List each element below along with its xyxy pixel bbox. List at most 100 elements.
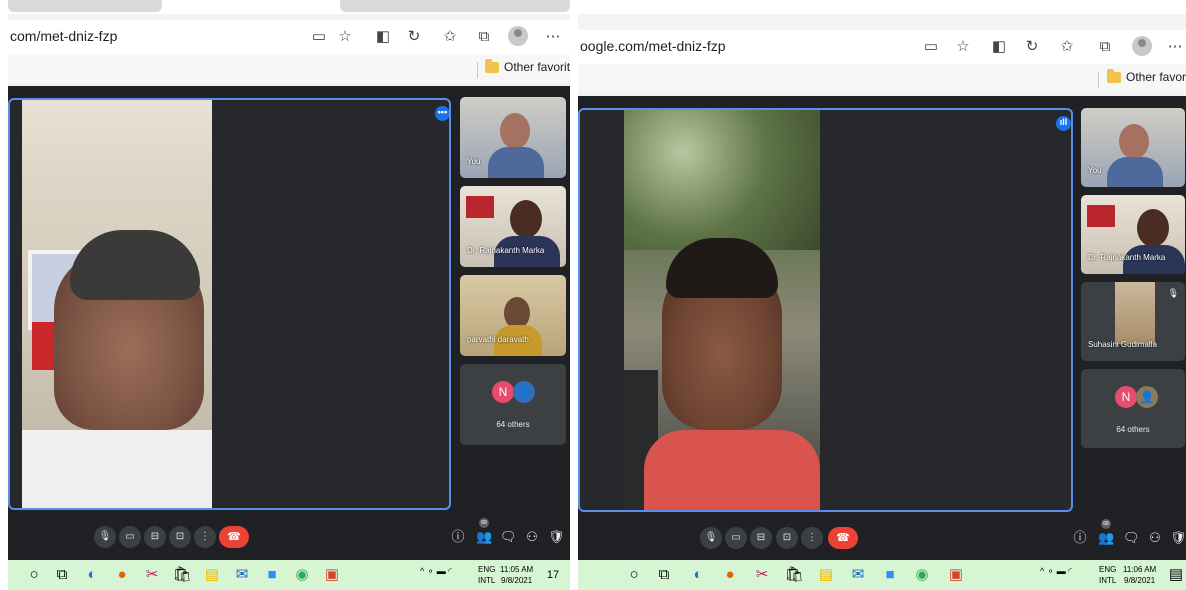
language-code: ENG <box>478 565 496 574</box>
zoom-app-icon[interactable]: ■ <box>880 565 900 585</box>
audio-activity-icon[interactable]: ıll <box>1056 116 1071 131</box>
more-options-icon[interactable]: ⋮ <box>194 526 216 548</box>
participant-tile-you[interactable]: You <box>1081 108 1185 187</box>
microphone-icon[interactable]: 🎙 <box>700 527 722 549</box>
main-video-frame[interactable]: ••• <box>8 98 451 510</box>
host-controls-icon[interactable]: 🛡 <box>548 528 565 546</box>
search-icon[interactable]: ○ <box>624 565 644 585</box>
more-menu-icon[interactable]: ⋯ <box>542 26 564 48</box>
others-count-label: 64 others <box>496 420 530 429</box>
participant-name: parvathi daravath <box>467 335 529 344</box>
meet-stage: ıll You Dr. Rajnakanth Marka 🎙 Suhasini … <box>578 96 1186 560</box>
right-browser-window: oogle.com/met-dniz-fzp ▭ ☆ ◧ ↻ ✩ ⧉ ⋯ Oth… <box>578 0 1186 590</box>
collections-icon[interactable]: ⧉ <box>473 26 495 48</box>
more-options-icon[interactable]: ⋮ <box>801 527 823 549</box>
participant-face <box>1119 124 1149 159</box>
meeting-info-icon[interactable]: ⓘ <box>1072 529 1088 547</box>
collections-icon[interactable]: ⧉ <box>1094 36 1116 58</box>
main-video-frame[interactable]: ıll <box>578 108 1073 512</box>
leave-call-button[interactable]: ☎ <box>219 526 249 548</box>
language-indicator[interactable]: ENG INTL <box>1099 564 1116 586</box>
camera-icon[interactable]: ▭ <box>725 527 747 549</box>
system-tray-icons[interactable]: ^ ⚬ ▬ ◜ <box>420 566 452 577</box>
participant-body <box>488 147 544 178</box>
camera-icon[interactable]: ▭ <box>119 526 141 548</box>
people-icon[interactable]: 68 👥 <box>476 518 492 546</box>
zoom-app-icon[interactable]: ■ <box>262 565 282 585</box>
present-screen-icon[interactable]: ⊡ <box>776 527 798 549</box>
participant-tile-2[interactable]: Dr. Rajnakanth Marka <box>460 186 566 267</box>
other-favorites-label: Other favorites <box>504 60 570 74</box>
favorites-icon[interactable]: ✩ <box>439 26 461 48</box>
extension-icon[interactable]: ◧ <box>372 26 394 48</box>
system-tray-icons[interactable]: ^ ⚬ ▬ ◜ <box>1040 566 1072 577</box>
other-favorites-link[interactable]: Other favorite <box>1107 68 1186 84</box>
firefox-icon[interactable]: ● <box>112 565 132 585</box>
activities-icon[interactable]: ⚇ <box>524 528 540 546</box>
extension-icon[interactable]: ◧ <box>988 36 1010 58</box>
other-favorites-link[interactable]: Other favorites <box>485 58 570 74</box>
captions-icon[interactable]: ⊟ <box>144 526 166 548</box>
chrome-icon[interactable]: ◉ <box>292 565 312 585</box>
present-screen-icon[interactable]: ⊡ <box>169 526 191 548</box>
participant-tile-you[interactable]: You <box>460 97 566 178</box>
divider <box>1098 72 1099 88</box>
windows-taskbar: ○ ⧉ ◐ ● ✂ 🛍 ▤ ✉ ■ ◉ ▣ ^ ⚬ ▬ ◜ ENG INTL 1… <box>578 560 1186 590</box>
participant-tile-2[interactable]: Dr. Rajnakanth Marka <box>1081 195 1185 274</box>
store-icon[interactable]: 🛍 <box>784 565 804 585</box>
edge-browser-icon[interactable]: ◐ <box>688 565 708 585</box>
participant-tile-3[interactable]: parvathi daravath <box>460 275 566 356</box>
microphone-icon[interactable]: 🎙 <box>94 526 116 548</box>
favorite-star-icon[interactable]: ☆ <box>952 36 974 58</box>
chat-icon[interactable]: 🗨 <box>500 528 517 546</box>
language-indicator[interactable]: ENG INTL <box>478 564 495 586</box>
tab[interactable] <box>340 0 570 12</box>
people-icon[interactable]: 68 👥 <box>1098 519 1114 547</box>
participant-name: Dr. Rajnakanth Marka <box>1088 253 1166 262</box>
profile-avatar-icon[interactable] <box>1132 36 1152 56</box>
tab[interactable] <box>8 0 162 12</box>
mail-icon[interactable]: ✉ <box>232 565 252 585</box>
leave-call-button[interactable]: ☎ <box>828 527 858 549</box>
favorite-star-icon[interactable]: ☆ <box>334 26 356 48</box>
captions-icon[interactable]: ⊟ <box>750 527 772 549</box>
refresh-extension-icon[interactable]: ↻ <box>1021 36 1043 58</box>
refresh-extension-icon[interactable]: ↻ <box>403 26 425 48</box>
firefox-icon[interactable]: ● <box>720 565 740 585</box>
host-controls-icon[interactable]: 🛡 <box>1170 529 1186 547</box>
participant-avatar-icon: 👤 <box>1136 386 1158 408</box>
people-count-badge: 68 <box>1101 519 1111 529</box>
more-menu-icon[interactable]: ⋯ <box>1164 36 1186 58</box>
file-explorer-icon[interactable]: ▤ <box>816 565 836 585</box>
task-view-icon[interactable]: ⧉ <box>52 565 72 585</box>
camera-indicator-icon[interactable]: ▭ <box>308 26 330 48</box>
favorites-icon[interactable]: ✩ <box>1056 36 1078 58</box>
task-view-icon[interactable]: ⧉ <box>654 565 674 585</box>
others-tile[interactable]: N 👤 64 others <box>1081 369 1185 448</box>
camera-indicator-icon[interactable]: ▭ <box>920 36 942 58</box>
powerpoint-icon[interactable]: ▣ <box>946 565 966 585</box>
chat-icon[interactable]: 🗨 <box>1123 529 1140 547</box>
file-explorer-icon[interactable]: ▤ <box>202 565 222 585</box>
participant-tile-3[interactable]: 🎙 Suhasini Gudimalla <box>1081 282 1185 361</box>
mail-icon[interactable]: ✉ <box>848 565 868 585</box>
notification-center-icon[interactable]: ▤ <box>1166 565 1186 585</box>
url-text[interactable]: com/met-dniz-fzp <box>10 28 117 44</box>
system-clock[interactable]: 11:05 AM 9/8/2021 <box>500 564 533 586</box>
chrome-icon[interactable]: ◉ <box>912 565 932 585</box>
search-icon[interactable]: ○ <box>24 565 44 585</box>
notification-center-icon[interactable]: 17 <box>543 565 563 585</box>
meeting-info-icon[interactable]: ⓘ <box>450 528 466 546</box>
snip-tool-icon[interactable]: ✂ <box>752 565 772 585</box>
snip-tool-icon[interactable]: ✂ <box>142 565 162 585</box>
initial-avatar: N <box>492 381 514 403</box>
activities-icon[interactable]: ⚇ <box>1147 529 1163 547</box>
powerpoint-icon[interactable]: ▣ <box>322 565 342 585</box>
url-text[interactable]: oogle.com/met-dniz-fzp <box>580 38 726 54</box>
more-options-icon[interactable]: ••• <box>435 106 449 121</box>
profile-avatar-icon[interactable] <box>508 26 528 46</box>
edge-browser-icon[interactable]: ◐ <box>82 565 102 585</box>
others-tile[interactable]: N 👤 64 others <box>460 364 566 445</box>
store-icon[interactable]: 🛍 <box>172 565 192 585</box>
system-clock[interactable]: 11:06 AM 9/8/2021 <box>1123 564 1156 586</box>
